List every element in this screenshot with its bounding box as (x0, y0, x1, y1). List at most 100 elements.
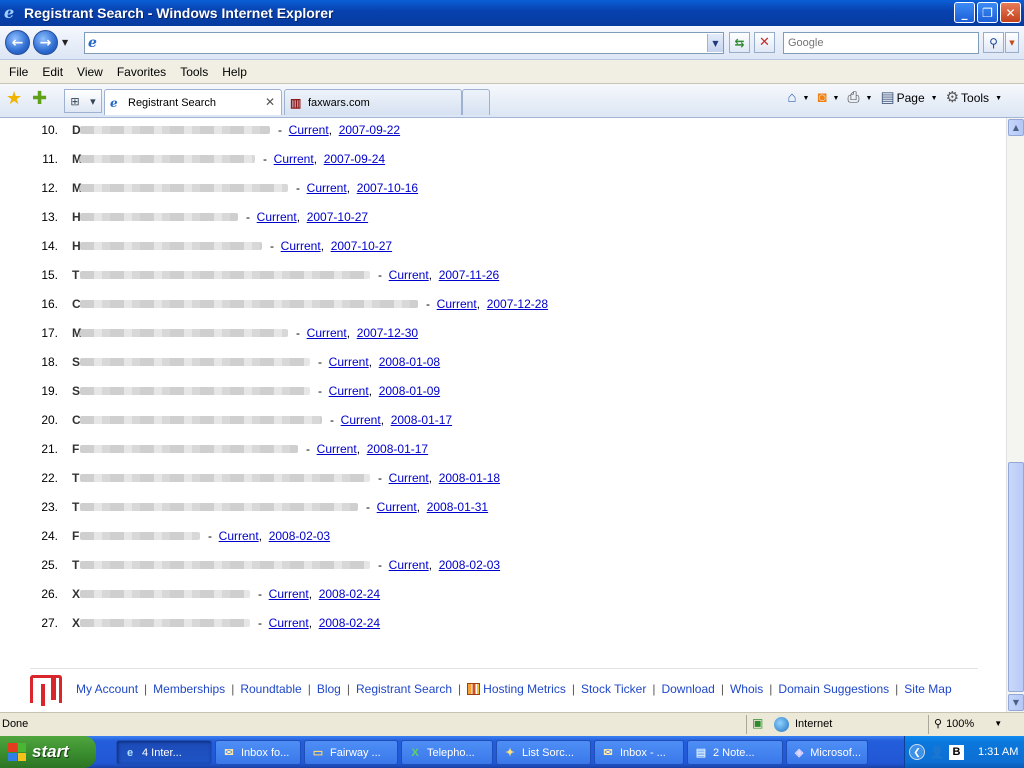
status-link[interactable]: Current (269, 587, 309, 601)
status-link[interactable]: Current (274, 152, 314, 166)
search-input[interactable] (788, 37, 978, 49)
home-button[interactable]: ⌂ ▼ (785, 90, 811, 106)
date-link[interactable]: 2007-11-26 (439, 268, 500, 282)
menu-help[interactable]: Help (215, 65, 254, 79)
menu-view[interactable]: View (70, 65, 110, 79)
favorites-center-icon[interactable]: ★ (6, 90, 22, 108)
start-button[interactable]: start (0, 736, 96, 768)
status-link[interactable]: Current (389, 471, 429, 485)
page-menu-button[interactable]: ▤ Page ▼ (878, 90, 939, 106)
footer-link-hosting-metrics[interactable]: Hosting Metrics (483, 682, 566, 696)
back-button[interactable]: ← (5, 30, 30, 55)
footer-link-whois[interactable]: Whois (730, 682, 763, 696)
refresh-button[interactable]: ⇆ (729, 32, 750, 53)
date-link[interactable]: 2008-01-09 (379, 384, 440, 398)
scroll-up-icon[interactable]: ▲ (1008, 119, 1024, 136)
scroll-down-icon[interactable]: ▼ (1008, 694, 1024, 711)
close-button[interactable]: ✕ (1000, 2, 1021, 23)
date-link[interactable]: 2008-02-03 (439, 558, 500, 572)
close-tab-icon[interactable]: ✕ (265, 95, 275, 109)
footer-link-site-map[interactable]: Site Map (904, 682, 951, 696)
show-hidden-icons-icon[interactable]: ❮ (909, 744, 925, 760)
status-link[interactable]: Current (329, 355, 369, 369)
date-link[interactable]: 2007-09-22 (339, 123, 400, 137)
date-link[interactable]: 2008-02-24 (319, 616, 380, 630)
zoom-control[interactable]: ⚲ 100% ▼ (934, 717, 1002, 731)
date-link[interactable]: 2008-01-17 (391, 413, 452, 427)
status-link[interactable]: Current (289, 123, 329, 137)
date-link[interactable]: 2007-09-24 (324, 152, 385, 166)
stop-button[interactable]: ✕ (754, 32, 775, 53)
footer-link-registrant-search[interactable]: Registrant Search (356, 682, 452, 696)
status-link[interactable]: Current (377, 500, 417, 514)
site-logo[interactable] (30, 675, 62, 706)
status-link[interactable]: Current (317, 442, 357, 456)
network-user-icon[interactable]: 👤 (929, 744, 945, 760)
date-link[interactable]: 2008-02-03 (269, 529, 330, 543)
menu-tools[interactable]: Tools (173, 65, 215, 79)
taskbar-button[interactable]: ▤ 2 Note... (687, 740, 783, 765)
footer-link-stock-ticker[interactable]: Stock Ticker (581, 682, 646, 696)
date-link[interactable]: 2007-12-30 (357, 326, 418, 340)
date-link[interactable]: 2008-01-31 (427, 500, 488, 514)
date-link[interactable]: 2007-10-27 (307, 210, 368, 224)
taskbar-button[interactable]: ✦ List Sorc... (496, 740, 591, 765)
menu-file[interactable]: File (2, 65, 35, 79)
footer-link-my-account[interactable]: My Account (76, 682, 138, 696)
date-link[interactable]: 2008-01-08 (379, 355, 440, 369)
date-link[interactable]: 2008-02-24 (319, 587, 380, 601)
address-input[interactable] (104, 34, 707, 52)
taskbar-button[interactable]: ✉ Inbox - ... (594, 740, 684, 765)
scroll-thumb[interactable] (1008, 462, 1024, 692)
status-link[interactable]: Current (269, 616, 309, 630)
tab-faxwars[interactable]: ▥ faxwars.com (284, 89, 462, 115)
date-link[interactable]: 2007-12-28 (487, 297, 548, 311)
date-link[interactable]: 2007-10-27 (331, 239, 392, 253)
new-tab-button[interactable] (462, 89, 490, 115)
tools-menu-button[interactable]: ⚙ Tools ▼ (944, 90, 1004, 106)
status-link[interactable]: Current (341, 413, 381, 427)
chevron-down-icon[interactable]: ▼ (833, 95, 840, 102)
forward-button[interactable]: → (33, 30, 58, 55)
footer-link-memberships[interactable]: Memberships (153, 682, 225, 696)
search-options-dropdown-icon[interactable]: ▼ (1005, 32, 1019, 53)
add-favorite-icon[interactable]: ✚ (32, 90, 47, 108)
b-app-icon[interactable]: B (949, 744, 964, 760)
taskbar-button[interactable]: ◈ Microsof... (786, 740, 868, 765)
menu-edit[interactable]: Edit (35, 65, 70, 79)
menu-favorites[interactable]: Favorites (110, 65, 173, 79)
date-link[interactable]: 2008-01-18 (439, 471, 500, 485)
footer-link-domain-suggestions[interactable]: Domain Suggestions (778, 682, 889, 696)
taskbar-button[interactable]: ▭ Fairway ... (304, 740, 398, 765)
address-field[interactable]: e ▼ (84, 32, 724, 54)
chevron-down-icon[interactable]: ▼ (803, 95, 810, 102)
search-icon[interactable]: ⚲ (983, 32, 1004, 53)
maximize-button[interactable]: ❐ (977, 2, 998, 23)
history-dropdown-icon[interactable]: ▼ (62, 38, 68, 47)
vertical-scrollbar[interactable]: ▲ ▼ (1006, 118, 1024, 712)
address-dropdown-icon[interactable]: ▼ (707, 34, 723, 52)
date-link[interactable]: 2008-01-17 (367, 442, 428, 456)
hosting-metrics-chart-icon[interactable] (467, 683, 481, 695)
clock[interactable]: 1:31 AM (978, 746, 1018, 758)
status-link[interactable]: Current (329, 384, 369, 398)
status-link[interactable]: Current (389, 558, 429, 572)
footer-link-blog[interactable]: Blog (317, 682, 341, 696)
taskbar-button[interactable]: X Telepho... (401, 740, 493, 765)
status-link[interactable]: Current (307, 326, 347, 340)
tab-registrant-search[interactable]: e Registrant Search ✕ (104, 89, 282, 115)
zoom-dropdown-icon[interactable]: ▼ (994, 719, 1002, 728)
chevron-down-icon[interactable]: ▼ (866, 95, 873, 102)
footer-link-roundtable[interactable]: Roundtable (240, 682, 301, 696)
status-link[interactable]: Current (219, 529, 259, 543)
status-link[interactable]: Current (257, 210, 297, 224)
feeds-button[interactable]: ◙ ▼ (815, 90, 841, 106)
date-link[interactable]: 2007-10-16 (357, 181, 418, 195)
minimize-button[interactable]: _ (954, 2, 975, 23)
search-field[interactable] (783, 32, 979, 54)
taskbar-button[interactable]: e 4 Inter... (116, 740, 212, 765)
footer-link-download[interactable]: Download (661, 682, 714, 696)
status-link[interactable]: Current (307, 181, 347, 195)
quick-tabs-button[interactable]: ⊞ ▾ (64, 89, 102, 113)
print-button[interactable]: ⎙ ▼ (845, 90, 874, 106)
